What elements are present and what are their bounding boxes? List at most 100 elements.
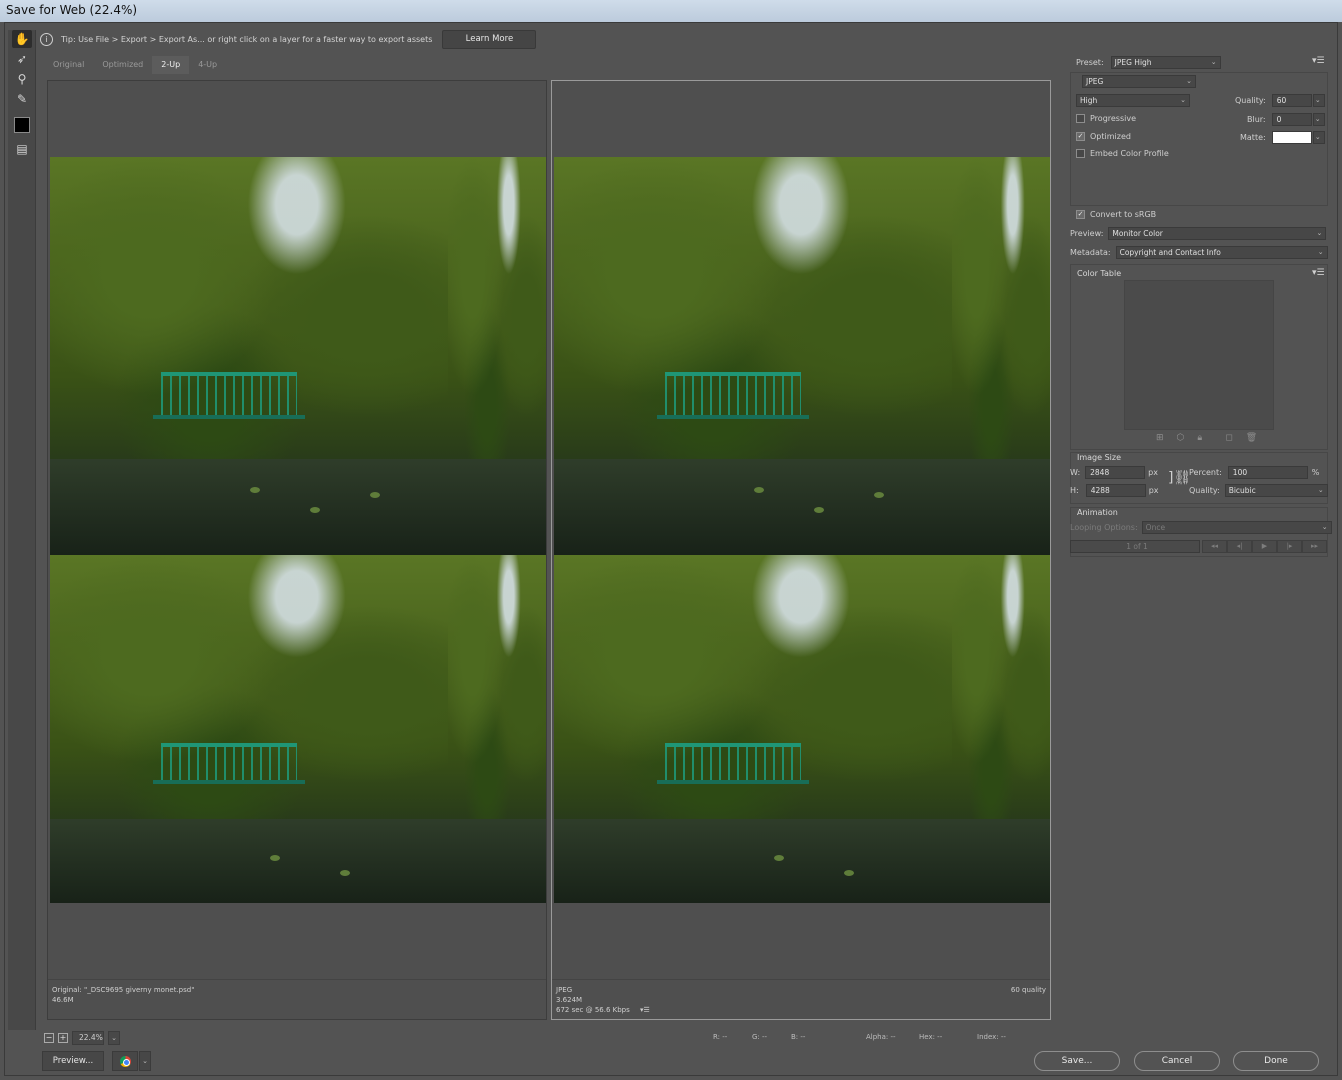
- percent-unit: %: [1311, 468, 1320, 477]
- convert-srgb-checkbox[interactable]: ✓: [1076, 210, 1085, 219]
- original-info: Original: "_DSC9695 giverny monet.psd" 4…: [48, 979, 546, 1021]
- frame-counter: 1 of 1: [1070, 540, 1200, 553]
- image-tile: [952, 555, 1050, 903]
- embed-color-profile-checkbox[interactable]: [1076, 149, 1085, 158]
- convert-srgb-label: Convert to sRGB: [1090, 210, 1157, 219]
- zoom-tool-icon[interactable]: ⚲: [12, 70, 32, 88]
- matte-color-swatch[interactable]: [1271, 131, 1312, 144]
- blur-dropdown[interactable]: ⌄: [1312, 113, 1325, 126]
- quality-dropdown[interactable]: ⌄: [1312, 94, 1325, 107]
- optimized-format: JPEG: [556, 986, 573, 994]
- preset-label: Preset:: [1076, 58, 1104, 67]
- looping-options-select[interactable]: Once ⌄: [1141, 521, 1332, 534]
- image-tile: [554, 157, 952, 555]
- looping-options-label: Looping Options:: [1070, 523, 1138, 532]
- optimized-preview-pane[interactable]: JPEG 3.624M 672 sec @ 56.6 Kbps ▾☰ 60 qu…: [551, 80, 1051, 1020]
- lock-color-icon[interactable]: 🔒︎: [1197, 433, 1202, 443]
- width-field[interactable]: 2848: [1085, 466, 1146, 479]
- progressive-label: Progressive: [1090, 114, 1137, 123]
- original-preview-pane[interactable]: Original: "_DSC9695 giverny monet.psd" 4…: [47, 80, 547, 1020]
- optimized-preview-image[interactable]: [554, 157, 1050, 903]
- quality-field[interactable]: 60: [1271, 94, 1312, 107]
- preview-button[interactable]: Preview...: [42, 1051, 104, 1071]
- image-tile: [50, 157, 448, 555]
- percent-label: Percent:: [1189, 468, 1222, 477]
- index-readout: Index: --: [977, 1033, 1006, 1041]
- optimize-menu-icon[interactable]: ▾☰: [1312, 56, 1325, 66]
- slice-select-tool-icon[interactable]: ➶: [12, 50, 32, 68]
- preview-in-browser-button[interactable]: [112, 1051, 138, 1071]
- optimized-filesize: 3.624M: [556, 996, 583, 1004]
- color-table[interactable]: [1124, 280, 1274, 430]
- color-table-menu-icon[interactable]: ▾☰: [1312, 268, 1325, 278]
- tab-original[interactable]: Original: [44, 56, 93, 74]
- preset-select[interactable]: JPEG High ⌄: [1110, 56, 1221, 69]
- compression-quality-select[interactable]: High ⌄: [1076, 94, 1190, 107]
- learn-more-button[interactable]: Learn More: [442, 29, 537, 49]
- tip-bar: i Tip: Use File > Export > Export As... …: [38, 28, 1060, 50]
- tip-text: Tip: Use File > Export > Export As... or…: [61, 34, 433, 44]
- toggle-slices-icon[interactable]: ▤: [12, 140, 32, 158]
- embed-color-profile-label: Embed Color Profile: [1090, 149, 1169, 158]
- tab-4-up[interactable]: 4-Up: [189, 56, 226, 74]
- r-readout: R: --: [713, 1033, 728, 1041]
- width-label: W:: [1070, 468, 1081, 477]
- new-color-icon[interactable]: ◻: [1225, 433, 1232, 443]
- quality-label: Quality:: [1235, 96, 1266, 105]
- optimized-info: JPEG 3.624M 672 sec @ 56.6 Kbps ▾☰ 60 qu…: [552, 979, 1050, 1021]
- hand-tool-icon[interactable]: ✋: [12, 30, 32, 48]
- browser-dropdown[interactable]: ⌄: [139, 1051, 151, 1071]
- save-button[interactable]: Save...: [1034, 1051, 1120, 1071]
- resample-quality-label: Quality:: [1189, 486, 1220, 495]
- zoom-out-button[interactable]: −: [44, 1033, 54, 1043]
- previous-frame-icon[interactable]: ◂|: [1227, 540, 1252, 553]
- g-readout: G: --: [752, 1033, 768, 1041]
- progressive-checkbox[interactable]: [1076, 114, 1085, 123]
- resample-quality-select[interactable]: Bicubic ⌄: [1224, 484, 1328, 497]
- zoom-level-field[interactable]: 22.4%: [72, 1031, 104, 1045]
- delete-color-icon[interactable]: 🗑︎: [1246, 433, 1257, 443]
- zoom-dropdown[interactable]: ⌄: [108, 1031, 120, 1045]
- preview-color-select[interactable]: Monitor Color ⌄: [1108, 227, 1327, 240]
- blur-field[interactable]: 0: [1271, 113, 1312, 126]
- cancel-button[interactable]: Cancel: [1134, 1051, 1220, 1071]
- file-format-select[interactable]: JPEG ⌄: [1082, 75, 1196, 88]
- tab-optimized[interactable]: Optimized: [93, 56, 152, 74]
- link-proportions-icon[interactable]: ]⛓︎: [1168, 470, 1191, 486]
- map-to-web-icon[interactable]: ⊞: [1156, 433, 1164, 443]
- chrome-icon: [119, 1055, 131, 1067]
- last-frame-icon[interactable]: ▸▸: [1302, 540, 1327, 553]
- download-time: 672 sec @ 56.6 Kbps: [556, 1006, 630, 1014]
- percent-field[interactable]: 100: [1227, 466, 1308, 479]
- zoom-in-button[interactable]: +: [58, 1033, 68, 1043]
- tab-2-up[interactable]: 2-Up: [152, 56, 190, 74]
- eyedropper-tool-icon[interactable]: ✎: [12, 90, 32, 108]
- height-label: H:: [1070, 486, 1079, 495]
- image-tile: [952, 157, 1050, 555]
- original-filename: Original: "_DSC9695 giverny monet.psd": [52, 986, 195, 994]
- first-frame-icon[interactable]: ◂◂: [1202, 540, 1227, 553]
- zoom-controls: − + 22.4% ⌄: [44, 1030, 120, 1046]
- shift-color-icon[interactable]: ⬡: [1177, 433, 1185, 443]
- blur-label: Blur:: [1247, 115, 1266, 124]
- b-readout: B: --: [791, 1033, 806, 1041]
- next-frame-icon[interactable]: |▸: [1277, 540, 1302, 553]
- image-tile: [50, 555, 448, 903]
- done-button[interactable]: Done: [1233, 1051, 1319, 1071]
- metadata-select[interactable]: Copyright and Contact Info ⌄: [1115, 246, 1328, 259]
- tool-panel: ✋ ➶ ⚲ ✎ ▤: [8, 30, 36, 1030]
- download-speed-menu-icon[interactable]: ▾☰: [640, 1006, 650, 1014]
- view-tabs: Original Optimized 2-Up 4-Up: [44, 56, 226, 74]
- animation-controls: ◂◂ ◂| ▶ |▸ ▸▸: [1202, 540, 1327, 553]
- info-icon: i: [40, 32, 53, 46]
- color-table-title: Color Table: [1077, 269, 1122, 278]
- window-title: Save for Web (22.4%): [0, 0, 1342, 22]
- height-field[interactable]: 4288: [1085, 484, 1146, 497]
- optimized-checkbox[interactable]: ✓: [1076, 132, 1085, 141]
- eyedropper-color-swatch[interactable]: [14, 117, 30, 133]
- matte-dropdown[interactable]: ⌄: [1312, 131, 1325, 144]
- height-unit: px: [1148, 486, 1159, 495]
- image-tile: [554, 555, 952, 903]
- original-preview-image[interactable]: [50, 157, 546, 903]
- play-icon[interactable]: ▶: [1252, 540, 1277, 553]
